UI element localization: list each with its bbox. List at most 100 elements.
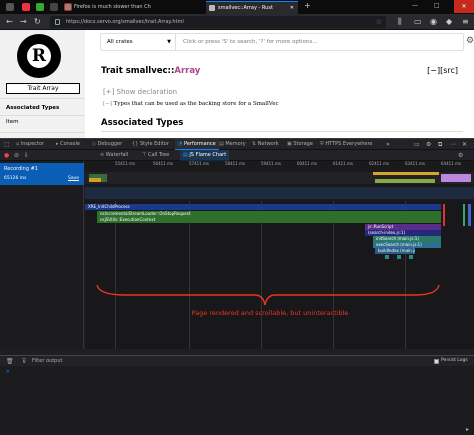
library-icon[interactable]: ⫼	[398, 16, 402, 28]
close-window-button[interactable]: ✕	[454, 0, 474, 13]
collapse-toggle[interactable]: [−]	[103, 101, 112, 107]
crate-select[interactable]: All crates ▼	[101, 34, 176, 50]
navigation-bar: ← → ↻ https://docs.servo.org/smallvec/tr…	[0, 14, 474, 30]
clear-icon[interactable]: ⊘	[14, 150, 19, 161]
tab-network[interactable]: ⇅ Network	[252, 139, 279, 150]
tab-label: Style Editor	[139, 141, 169, 147]
bookmark-star-icon[interactable]: ☆	[376, 16, 382, 28]
menu-icon[interactable]	[6, 3, 14, 11]
new-tab-button[interactable]: +	[304, 1, 311, 10]
extension-icon[interactable]: ◆	[446, 16, 452, 28]
url-bar[interactable]: https://docs.servo.org/smallvec/trait.Ar…	[50, 16, 386, 28]
grid-line	[333, 201, 334, 349]
tab-call-tree[interactable]: ⊤ Call Tree	[142, 150, 169, 161]
tab-waterfall[interactable]: ≡ Waterfall	[100, 150, 128, 161]
more-tools-icon[interactable]: »	[386, 139, 390, 150]
tab-https-everywhere[interactable]: ⛨ HTTPS Everywhere	[320, 139, 372, 150]
save-link[interactable]: Save	[68, 176, 79, 181]
hamburger-menu-icon[interactable]: ≡	[462, 16, 469, 28]
pinned-tab-icon[interactable]	[22, 3, 30, 11]
tab-label: Debugger	[97, 141, 123, 147]
import-icon[interactable]: ⇩	[24, 150, 29, 161]
minimize-button[interactable]: —	[412, 2, 418, 9]
pinned-tab-icon[interactable]	[36, 3, 44, 11]
tab-style-editor[interactable]: {} Style Editor	[132, 139, 169, 150]
ruler-tick: 63411 ms	[405, 161, 425, 166]
flame-chart[interactable]: XRE_InitChildProcess nsIncrementalStream…	[85, 201, 474, 349]
tab-inspector[interactable]: ⌂ Inspector	[16, 139, 44, 150]
sidebar-item-associated-types[interactable]: Associated Types	[6, 105, 59, 111]
persist-logs-label: Persist Logs	[441, 358, 468, 363]
grid-line	[189, 201, 190, 349]
account-icon[interactable]: ◉	[430, 16, 437, 28]
tab-js-flame-chart[interactable]: ▤ JS Flame Chart	[180, 150, 230, 161]
rust-logo[interactable]: R	[17, 34, 61, 78]
close-devtools-icon[interactable]: ✕	[462, 139, 467, 150]
close-tab-icon[interactable]: ✕	[290, 2, 294, 14]
tab-label: Console	[60, 141, 80, 147]
reload-icon[interactable]: ↻	[34, 16, 41, 28]
grid-line	[115, 201, 116, 349]
tab-strip: Firefox is much slower than Ch smallvec:…	[0, 0, 474, 14]
trait-description: [−] Types that can be used as the backin…	[103, 101, 279, 107]
record-icon[interactable]: ●	[4, 150, 9, 161]
tab-label: Storage	[293, 141, 313, 147]
recording-item[interactable]: Recording #1 65126 ms Save	[0, 163, 84, 185]
options-icon[interactable]: ⋯	[450, 139, 456, 150]
console-output[interactable]: » ▸	[0, 366, 474, 435]
back-icon[interactable]: ←	[6, 16, 13, 28]
flame-frame[interactable]	[385, 255, 389, 259]
title-trait-name[interactable]: Array	[174, 66, 200, 76]
trait-doc-text: Types that can be used as the backing st…	[113, 101, 279, 107]
tab-smallvec[interactable]: smallvec::Array - Rust ✕	[206, 1, 298, 14]
src-link[interactable]: [−][src]	[427, 66, 458, 75]
show-declaration-toggle[interactable]: [+] Show declaration	[103, 88, 177, 96]
element-picker-icon[interactable]: ⬚	[4, 139, 10, 150]
split-console-icon[interactable]: ▭	[414, 139, 420, 150]
sidebar-icon[interactable]: ▭	[414, 16, 422, 28]
gear-icon[interactable]: ⚙	[466, 36, 474, 47]
flame-frame[interactable]: nsJSUtils::ExecutionContext	[97, 217, 441, 223]
recording-name: Recording #1	[4, 166, 38, 172]
flame-frame[interactable]	[443, 204, 445, 226]
search-bar: All crates ▼ Click or press 'S' to searc…	[100, 33, 474, 51]
overview-selection	[85, 187, 474, 199]
ruler-tick: 64411 ms	[441, 161, 461, 166]
settings-icon[interactable]: ⚙	[458, 150, 463, 161]
flame-frame[interactable]	[397, 255, 401, 259]
tab-firefox-issue[interactable]: Firefox is much slower than Ch	[62, 1, 204, 14]
tab-performance[interactable]: ◔ Performance	[175, 139, 219, 150]
trash-icon[interactable]: 🗑	[6, 358, 14, 365]
flame-frame[interactable]	[409, 255, 413, 259]
search-input[interactable]: Click or press 'S' to search, '?' for mo…	[183, 34, 318, 50]
flame-frame[interactable]	[463, 204, 465, 226]
divider	[0, 98, 85, 99]
tab-label: Performance	[183, 141, 216, 147]
tab-label: Memory	[225, 141, 246, 147]
settings-icon[interactable]: ⚙	[426, 139, 431, 150]
pinned-tab-icon[interactable]	[50, 3, 58, 11]
ruler-tick: 58411 ms	[225, 161, 245, 166]
maximize-button[interactable]: □	[434, 2, 440, 9]
persist-logs-checkbox[interactable]	[434, 359, 439, 364]
tab-console[interactable]: ▸ Console	[56, 139, 80, 150]
tab-debugger[interactable]: ◇ Debugger	[92, 139, 122, 150]
dock-icon[interactable]: ⧉	[438, 139, 442, 150]
flame-frame[interactable]: buildIndex (main.js:1)	[375, 248, 415, 254]
divider	[0, 132, 85, 133]
console-prompt-icon: »	[6, 368, 10, 375]
crate-select-value: All crates	[107, 39, 133, 45]
rust-logo-letter: R	[27, 44, 51, 68]
flame-frame[interactable]: XRE_InitChildProcess	[85, 204, 441, 210]
sidebar-item-item[interactable]: Item	[6, 119, 19, 125]
annotation-brace	[96, 284, 440, 306]
ruler-tick: 56411 ms	[153, 161, 173, 166]
tab-storage[interactable]: ▣ Storage	[287, 139, 313, 150]
filter-output-input[interactable]: Filter output	[32, 358, 62, 364]
sidebar-title: Trait Array	[6, 83, 80, 94]
flame-frame[interactable]	[468, 204, 471, 226]
forward-icon[interactable]: →	[20, 16, 27, 28]
tab-memory[interactable]: ▤ Memory	[219, 139, 246, 150]
favicon-icon	[65, 4, 71, 10]
console-menu-icon[interactable]: ▸	[466, 426, 469, 433]
